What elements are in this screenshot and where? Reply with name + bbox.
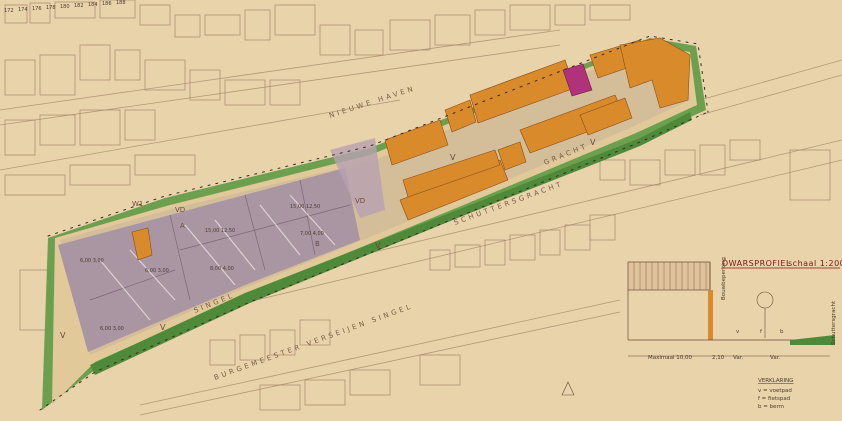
map-label-vd-1: VD xyxy=(175,206,185,214)
profile-dim-mid: 2,10 xyxy=(712,355,725,361)
profile-b: b xyxy=(780,329,784,335)
map-label-v-3: V xyxy=(60,331,66,340)
map-label-vd-2: VD xyxy=(355,197,365,205)
svg-text:15,00 12,50: 15,00 12,50 xyxy=(290,204,320,210)
profile-front-label: Bouwbeperking xyxy=(721,257,727,300)
map-label-v-1: V xyxy=(450,153,456,162)
legend-item-f: f = fietspad xyxy=(758,396,790,402)
profile-building xyxy=(627,261,711,291)
profile-schuttersgracht: Schuttersgracht xyxy=(831,300,837,345)
svg-text:178: 178 xyxy=(46,5,56,11)
map-label-a: A xyxy=(180,222,185,230)
svg-text:8,00 4,00: 8,00 4,00 xyxy=(210,266,234,272)
svg-text:6,00 3,00: 6,00 3,00 xyxy=(100,326,124,332)
svg-text:6,00 3,00: 6,00 3,00 xyxy=(145,268,169,274)
svg-text:7,00 4,00: 7,00 4,00 xyxy=(300,231,324,237)
svg-text:180: 180 xyxy=(60,4,70,10)
svg-text:172: 172 xyxy=(4,8,14,14)
svg-text:184: 184 xyxy=(88,2,98,8)
profile-maximum: Maximaal 10,00 xyxy=(648,355,693,361)
legend-item-b: b = berm xyxy=(758,404,784,410)
map-label-v-2: V xyxy=(375,241,381,250)
svg-text:15,00 12,50: 15,00 12,50 xyxy=(205,228,235,234)
svg-text:6,00 3,00: 6,00 3,00 xyxy=(80,258,104,264)
map-label-v-4: V xyxy=(590,138,596,147)
svg-text:188: 188 xyxy=(116,0,126,6)
profile-var-2: Var. xyxy=(770,355,780,361)
map-label-b: B xyxy=(315,240,320,248)
svg-text:182: 182 xyxy=(74,3,84,9)
svg-text:176: 176 xyxy=(32,6,42,12)
profile-scale: schaal 1:200 xyxy=(788,259,842,268)
legend-item-v: v = voetpad xyxy=(758,388,792,394)
svg-text:186: 186 xyxy=(102,1,112,7)
svg-text:174: 174 xyxy=(18,7,28,13)
urban-plan-map: V V V V V B A W1 VD VD NIEUWE HAVEN SCHU… xyxy=(0,0,842,421)
legend-title: VERKLARING xyxy=(758,378,793,384)
map-label-w: W1 xyxy=(132,200,143,208)
profile-title: DWARSPROFIEL xyxy=(722,259,791,268)
map-label-v-5: V xyxy=(160,323,166,332)
profile-var-1: Var. xyxy=(733,355,743,361)
